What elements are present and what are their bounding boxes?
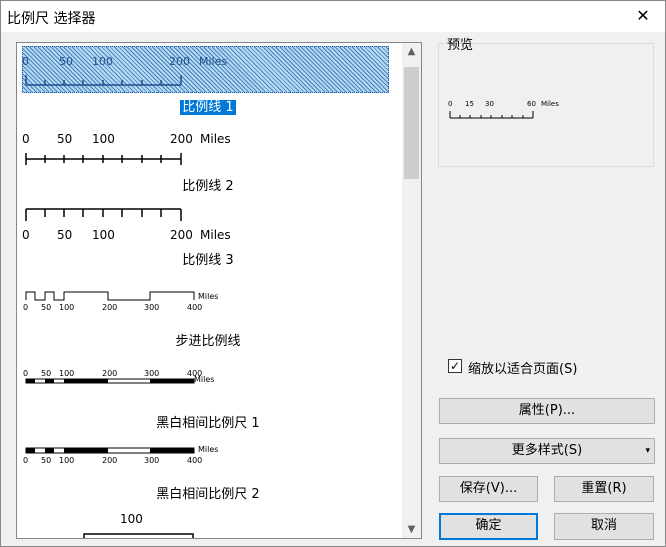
units-label: Miles bbox=[199, 55, 227, 68]
style-item-label: 比例线 2 bbox=[182, 179, 234, 194]
alternating-scale-bar-2-graphic: Miles 0 50 100 200 300 400 bbox=[23, 445, 218, 465]
tick-label: 100 bbox=[92, 132, 115, 146]
reset-button[interactable]: 重置(R) bbox=[554, 476, 654, 502]
ok-button[interactable]: 确定 bbox=[439, 513, 538, 540]
preview-scale-bar-graphic: 0 15 30 60 Miles bbox=[448, 100, 559, 119]
scale-line-1-ticks: 0 50 100 200 Miles bbox=[22, 55, 227, 68]
fit-to-page-label: 缩放以适合页面(S) bbox=[468, 362, 578, 377]
tick-label: 0 bbox=[23, 456, 28, 465]
tick-label: 300 bbox=[144, 456, 159, 465]
tick-label: 0 bbox=[22, 132, 30, 146]
style-item-alternating-scale-bar-2[interactable]: Miles 0 50 100 200 300 400 黑白相间比例尺 2 bbox=[22, 445, 394, 517]
more-styles-label: 更多样式(S) bbox=[511, 443, 583, 458]
tick-label: 200 bbox=[102, 369, 117, 378]
tick-label: 300 bbox=[144, 303, 159, 312]
alternating-scale-bar-1-graphic: 0 50 100 200 300 400 Miles bbox=[23, 369, 214, 384]
style-list-content: 0 50 100 200 Miles 比例线 1 0 50 100 200 Mi… bbox=[17, 43, 402, 538]
partial-scale-bar-graphic: 100 bbox=[83, 512, 194, 538]
tick-label: 50 bbox=[41, 369, 51, 378]
style-item-label: 步进比例线 bbox=[175, 334, 241, 349]
style-item-stepped-scale-line[interactable]: 0 50 100 200 300 400 Miles 步进比例线 bbox=[22, 288, 394, 360]
preview-panel: 0 15 30 60 Miles bbox=[438, 43, 654, 167]
scale-bar-style-list[interactable]: 0 50 100 200 Miles 比例线 1 0 50 100 200 Mi… bbox=[16, 42, 422, 539]
scale-line-2-graphic: 0 50 100 200 Miles bbox=[22, 132, 231, 165]
dropdown-arrow-icon: ▾ bbox=[645, 446, 650, 456]
preview-tick-label: 0 bbox=[448, 100, 452, 108]
scale-line-3-graphic: 0 50 100 200 Miles bbox=[22, 208, 231, 242]
scale-line-1-graphic: 0 50 100 200 Miles bbox=[22, 55, 227, 86]
tick-label: 0 bbox=[22, 228, 30, 242]
chevron-down-icon: ▼ bbox=[407, 524, 416, 535]
preview-tick-label: 30 bbox=[485, 100, 494, 108]
style-item-scale-line-2[interactable]: 0 50 100 200 Miles 比例线 2 bbox=[22, 131, 394, 203]
tick-label: 0 bbox=[23, 303, 28, 312]
units-label: Miles bbox=[200, 132, 231, 146]
tick-label: 50 bbox=[57, 228, 72, 242]
properties-button[interactable]: 属性(P)... bbox=[439, 398, 655, 424]
scale-bar-selector-dialog: 比例尺 选择器 ✕ 0 50 100 200 Miles 比例线 1 0 50 … bbox=[0, 0, 666, 547]
fit-to-page-checkbox[interactable]: ✓ bbox=[448, 359, 462, 373]
units-label: Miles bbox=[200, 228, 231, 242]
style-item-label: 比例线 3 bbox=[182, 253, 234, 268]
save-button[interactable]: 保存(V)... bbox=[439, 476, 538, 502]
tick-label: 400 bbox=[187, 303, 202, 312]
more-styles-button[interactable]: 更多样式(S) ▾ bbox=[439, 438, 655, 464]
style-item-partial[interactable]: 100 bbox=[22, 510, 394, 538]
scroll-down-button[interactable]: ▼ bbox=[402, 521, 421, 538]
list-vertical-scrollbar[interactable]: ▲ ▼ bbox=[402, 43, 421, 538]
scroll-thumb[interactable] bbox=[404, 67, 419, 179]
preview-tick-label: 60 bbox=[527, 100, 536, 108]
tick-label: 100 bbox=[59, 303, 74, 312]
units-label: Miles bbox=[194, 375, 214, 384]
tick-label: 50 bbox=[41, 303, 51, 312]
units-label: Miles bbox=[198, 445, 218, 454]
units-label: Miles bbox=[198, 292, 218, 301]
tick-label: 100 bbox=[59, 456, 74, 465]
scroll-up-button[interactable]: ▲ bbox=[402, 43, 421, 60]
chevron-up-icon: ▲ bbox=[407, 46, 416, 57]
tick-label: 0 bbox=[22, 55, 29, 68]
close-icon: ✕ bbox=[636, 6, 650, 25]
tick-label: 400 bbox=[187, 456, 202, 465]
tick-label: 200 bbox=[102, 303, 117, 312]
preview-label: 预览 bbox=[447, 38, 474, 53]
tick-label: 200 bbox=[170, 132, 193, 146]
window-title: 比例尺 选择器 bbox=[7, 11, 96, 27]
preview-units-label: Miles bbox=[541, 100, 559, 108]
tick-label: 200 bbox=[170, 228, 193, 242]
close-button[interactable]: ✕ bbox=[631, 5, 655, 27]
cancel-button[interactable]: 取消 bbox=[554, 513, 654, 540]
style-item-scale-line-3[interactable]: 0 50 100 200 Miles 比例线 3 bbox=[22, 205, 394, 277]
style-item-alternating-scale-bar-1[interactable]: 0 50 100 200 300 400 Miles 黑白相间比例尺 1 bbox=[22, 368, 394, 440]
tick-label: 300 bbox=[144, 369, 159, 378]
tick-label: 100 bbox=[59, 369, 74, 378]
tick-label: 50 bbox=[41, 456, 51, 465]
tick-label: 100 bbox=[120, 512, 143, 526]
tick-label: 100 bbox=[92, 228, 115, 242]
tick-label: 100 bbox=[92, 55, 113, 68]
style-item-scale-line-1[interactable]: 0 50 100 200 Miles 比例线 1 bbox=[22, 46, 394, 118]
tick-label: 50 bbox=[57, 132, 72, 146]
stepped-scale-line-graphic: 0 50 100 200 300 400 Miles bbox=[23, 291, 218, 312]
style-item-label: 比例线 1 bbox=[180, 100, 236, 115]
preview-tick-label: 15 bbox=[465, 100, 474, 108]
tick-label: 0 bbox=[23, 369, 28, 378]
tick-label: 200 bbox=[169, 55, 190, 68]
tick-label: 50 bbox=[59, 55, 73, 68]
style-item-label: 黑白相间比例尺 1 bbox=[156, 416, 260, 431]
title-bar: 比例尺 选择器 ✕ bbox=[1, 1, 665, 32]
style-item-label: 黑白相间比例尺 2 bbox=[156, 487, 260, 502]
tick-label: 200 bbox=[102, 456, 117, 465]
